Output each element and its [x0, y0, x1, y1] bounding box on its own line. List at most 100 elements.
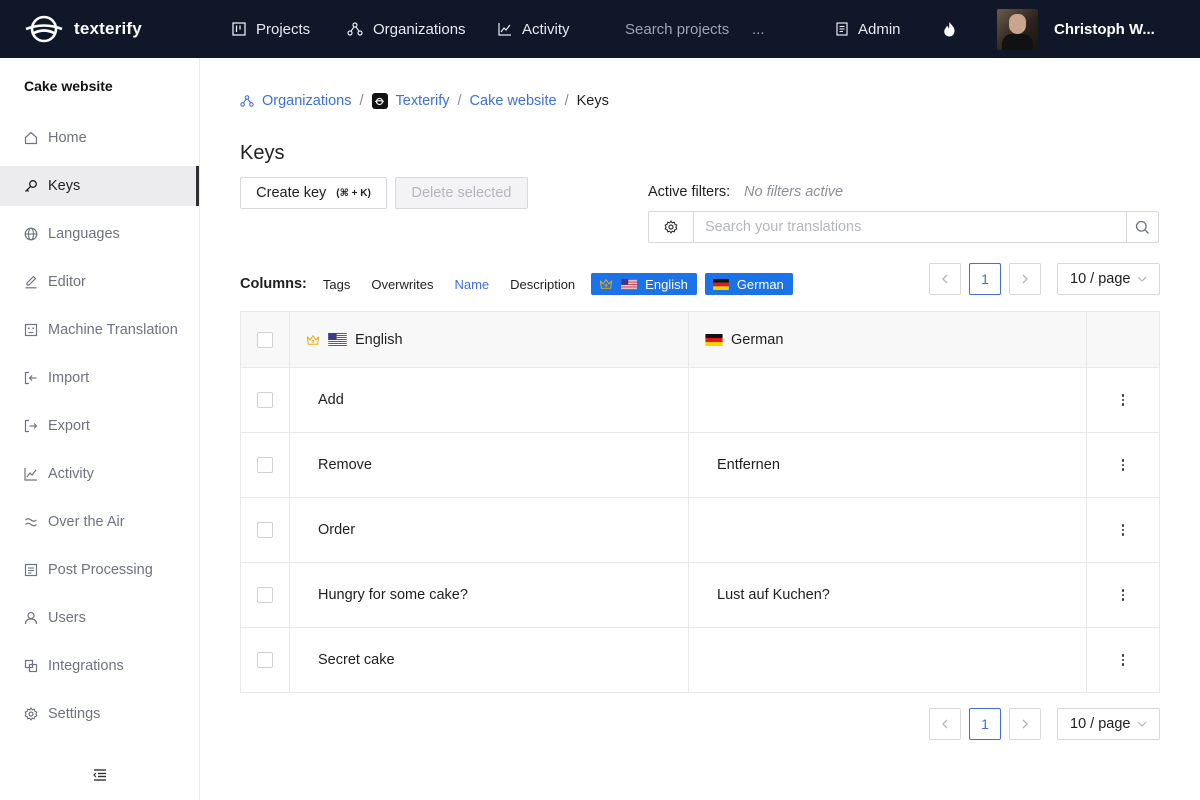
column-toggle-overwrites[interactable]: Overwrites	[371, 277, 433, 292]
activity-icon	[24, 468, 37, 481]
us-flag-icon	[328, 333, 347, 346]
search-button[interactable]	[1126, 212, 1158, 242]
create-key-shortcut: (⌘ + K)	[336, 187, 371, 199]
german-cell[interactable]	[689, 498, 1087, 562]
breadcrumb-organizations[interactable]: Organizations	[262, 93, 351, 109]
row-checkbox[interactable]	[257, 652, 273, 668]
sidebar-item-users[interactable]: Users	[0, 598, 199, 638]
sidebar-item-languages[interactable]: Languages	[0, 214, 199, 254]
sidebar-item-import[interactable]: Import	[0, 358, 199, 398]
page-size-value: 10 / page	[1070, 271, 1131, 287]
next-page-button[interactable]	[1009, 708, 1041, 740]
app-logo[interactable]: texterify	[24, 13, 142, 45]
row-checkbox[interactable]	[257, 392, 273, 408]
german-cell[interactable]	[689, 628, 1087, 692]
key-icon	[25, 180, 37, 192]
breadcrumb-organization[interactable]: Texterify	[396, 93, 450, 109]
sidebar-item-post-processing[interactable]: Post Processing	[0, 550, 199, 590]
column-toggle-tags[interactable]: Tags	[323, 277, 350, 292]
english-cell[interactable]: Secret cake	[290, 628, 689, 692]
top-navigation-bar: texterify Projects Organizations Activit…	[0, 0, 1200, 58]
project-search-input[interactable]: Search projects	[625, 0, 729, 58]
row-checkbox[interactable]	[257, 587, 273, 603]
row-more-icon[interactable]	[1121, 653, 1125, 667]
admin-icon	[836, 22, 848, 36]
current-page-button[interactable]: 1	[969, 708, 1001, 740]
english-cell[interactable]: Add	[290, 368, 689, 432]
projects-icon	[232, 22, 246, 36]
sidebar-item-keys[interactable]: Keys	[0, 166, 199, 206]
language-chip-label: German	[736, 276, 784, 292]
nav-organizations[interactable]: Organizations	[347, 0, 466, 58]
nav-projects-label: Projects	[256, 20, 311, 38]
page-size-select[interactable]: 10 / page	[1057, 708, 1160, 740]
english-cell[interactable]: Order	[290, 498, 689, 562]
table-row: Remove Entfernen	[241, 433, 1159, 498]
organizations-icon	[240, 95, 254, 107]
sidebar-item-home[interactable]: Home	[0, 118, 199, 158]
sidebar-item-label: Settings	[48, 706, 101, 722]
nav-organizations-label: Organizations	[373, 20, 466, 38]
sidebar-item-integrations[interactable]: Integrations	[0, 646, 199, 686]
chevron-down-icon	[1137, 721, 1147, 727]
page-title: Keys	[240, 142, 285, 164]
column-header-label: English	[355, 331, 403, 348]
more-menu-button[interactable]: ...	[752, 0, 765, 58]
table-row: Hungry for some cake? Lust auf Kuchen?	[241, 563, 1159, 628]
chevron-right-icon	[1022, 719, 1028, 729]
crown-icon	[599, 278, 613, 290]
previous-page-button[interactable]	[929, 708, 961, 740]
breadcrumb-project[interactable]: Cake website	[470, 93, 557, 109]
chevron-down-icon	[1137, 276, 1147, 282]
row-more-icon[interactable]	[1121, 458, 1125, 472]
nav-activity-label: Activity	[522, 20, 570, 38]
user-name[interactable]: Christoph W...	[1054, 0, 1155, 58]
row-more-icon[interactable]	[1121, 523, 1125, 537]
language-chip-german[interactable]: German	[704, 273, 793, 295]
sidebar-item-label: Over the Air	[48, 514, 125, 530]
row-checkbox[interactable]	[257, 522, 273, 538]
sidebar-item-machine-translation[interactable]: Machine Translation	[0, 310, 199, 350]
delete-selected-button[interactable]: Delete selected	[395, 177, 528, 209]
flame-icon[interactable]	[943, 21, 956, 37]
row-more-icon[interactable]	[1121, 588, 1125, 602]
previous-page-button[interactable]	[929, 263, 961, 295]
row-checkbox[interactable]	[257, 457, 273, 473]
column-toggle-name[interactable]: Name	[454, 277, 489, 292]
row-more-icon[interactable]	[1121, 393, 1125, 407]
nav-activity[interactable]: Activity	[498, 0, 570, 58]
page-size-select[interactable]: 10 / page	[1057, 263, 1160, 295]
translation-search-input[interactable]	[694, 212, 1126, 242]
page-size-value: 10 / page	[1070, 716, 1131, 732]
sidebar-item-settings[interactable]: Settings	[0, 694, 199, 734]
sidebar-item-export[interactable]: Export	[0, 406, 199, 446]
current-page-button[interactable]: 1	[969, 263, 1001, 295]
collapse-sidebar-icon[interactable]	[92, 768, 108, 782]
settings-icon	[24, 707, 38, 721]
chevron-right-icon	[1022, 274, 1028, 284]
german-cell[interactable]: Entfernen	[689, 433, 1087, 497]
english-cell[interactable]: Hungry for some cake?	[290, 563, 689, 627]
sidebar-item-label: Editor	[48, 274, 86, 290]
sidebar-item-over-the-air[interactable]: Over the Air	[0, 502, 199, 542]
select-all-checkbox[interactable]	[257, 331, 273, 348]
column-toggle-description[interactable]: Description	[510, 277, 575, 292]
next-page-button[interactable]	[1009, 263, 1041, 295]
language-chip-english[interactable]: English	[591, 273, 697, 295]
chevron-left-icon	[942, 719, 948, 729]
texterify-logo-icon	[25, 15, 63, 43]
edit-icon	[25, 275, 37, 289]
active-filters-label: Active filters:	[648, 184, 731, 200]
nav-admin[interactable]: Admin	[836, 0, 901, 58]
sidebar-item-activity[interactable]: Activity	[0, 454, 199, 494]
german-cell[interactable]	[689, 368, 1087, 432]
english-cell[interactable]: Remove	[290, 433, 689, 497]
create-key-button[interactable]: Create key (⌘ + K)	[240, 177, 387, 209]
sidebar-item-editor[interactable]: Editor	[0, 262, 199, 302]
delete-selected-label: Delete selected	[411, 185, 512, 201]
german-cell[interactable]: Lust auf Kuchen?	[689, 563, 1087, 627]
sidebar-item-label: Languages	[48, 226, 120, 242]
filter-settings-button[interactable]	[649, 212, 694, 242]
user-avatar[interactable]	[997, 9, 1038, 50]
nav-projects[interactable]: Projects	[232, 0, 310, 58]
